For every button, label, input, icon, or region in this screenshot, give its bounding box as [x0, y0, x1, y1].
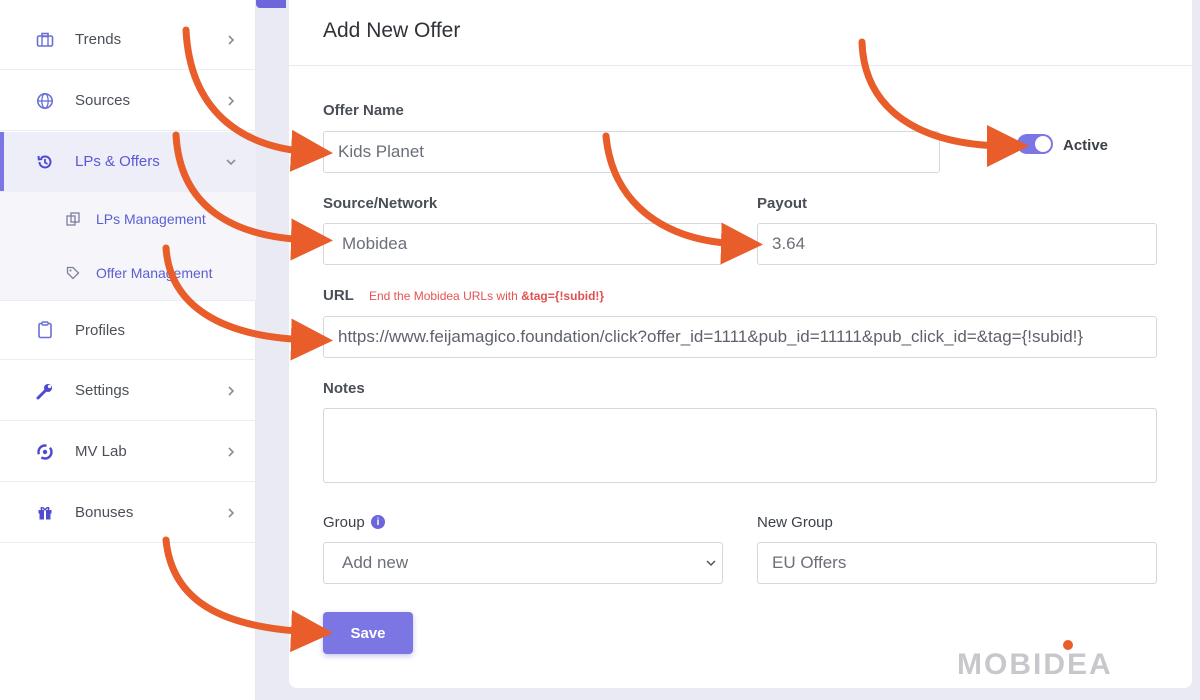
mobidea-logo: MOBIDEA — [957, 648, 1113, 681]
save-button[interactable]: Save — [323, 612, 413, 654]
sidebar-subitem-label: LPs Management — [96, 211, 206, 227]
offer-name-input[interactable]: Kids Planet — [323, 131, 940, 173]
chevron-right-icon — [226, 95, 236, 106]
active-label: Active — [1063, 137, 1109, 154]
briefcase-icon — [36, 31, 54, 49]
history-icon — [36, 153, 54, 171]
sidebar-item-label: Bonuses — [75, 504, 134, 521]
sidebar-item-label: Settings — [75, 382, 130, 399]
url-hint-text: End the Mobidea URLs with — [369, 289, 522, 303]
active-toggle[interactable] — [1017, 134, 1053, 154]
sidebar-item-label: MV Lab — [75, 443, 127, 460]
wrench-icon — [36, 382, 54, 400]
payout-input[interactable]: 3.64 — [757, 223, 1157, 265]
info-icon[interactable]: i — [371, 515, 385, 529]
source-network-select[interactable]: Mobidea — [323, 223, 723, 265]
source-network-value: Mobidea — [342, 234, 408, 253]
offer-name-label: Offer Name — [323, 102, 404, 119]
card-header: Add New Offer — [289, 0, 1192, 66]
header-accent-bar — [256, 0, 286, 8]
sidebar-item-settings[interactable]: Settings — [0, 361, 256, 421]
gift-icon — [36, 504, 54, 522]
sidebar-subitem-lps-management[interactable]: LPs Management — [0, 192, 256, 246]
toggle-knob — [1035, 136, 1051, 152]
chevron-right-icon — [226, 385, 236, 396]
group-select[interactable]: Add new — [323, 542, 723, 584]
sidebar-item-profiles[interactable]: Profiles — [0, 300, 256, 360]
lab-icon — [36, 443, 54, 461]
group-label: Group — [323, 514, 365, 531]
sidebar-item-lps-offers[interactable]: LPs & Offers — [0, 132, 256, 192]
sidebar-item-label: Trends — [75, 31, 122, 48]
sidebar-subitem-offer-management[interactable]: Offer Management — [0, 246, 256, 300]
new-group-label: New Group — [757, 514, 833, 531]
url-hint: End the Mobidea URLs with &tag={!subid!} — [369, 289, 604, 303]
clipboard-icon — [36, 321, 54, 339]
url-label: URL — [323, 287, 354, 304]
sidebar-item-label: Sources — [75, 92, 131, 109]
sidebar-item-sources[interactable]: Sources — [0, 71, 256, 131]
payout-label: Payout — [757, 195, 808, 212]
globe-icon — [36, 92, 54, 110]
notes-textarea[interactable] — [323, 408, 1157, 483]
chevron-right-icon — [226, 507, 236, 518]
sidebar-item-mv-lab[interactable]: MV Lab — [0, 422, 256, 482]
url-hint-code: &tag={!subid!} — [521, 289, 605, 303]
source-network-label: Source/Network — [323, 195, 438, 212]
url-input[interactable]: https://www.feijamagico.foundation/click… — [323, 316, 1157, 358]
chevron-down-icon — [226, 157, 236, 167]
sidebar-item-label: Profiles — [75, 321, 126, 339]
sidebar-item-label: LPs & Offers — [75, 153, 160, 170]
sidebar-item-bonuses[interactable]: Bonuses — [0, 483, 256, 543]
notes-label: Notes — [323, 380, 365, 397]
tag-icon — [66, 266, 80, 280]
sidebar-item-trends[interactable]: Trends — [0, 10, 256, 70]
add-offer-card: Add New Offer Offer Name Kids Planet Act… — [289, 0, 1192, 688]
sidebar-subitem-label: Offer Management — [96, 265, 213, 281]
chevron-right-icon — [226, 446, 236, 457]
copy-icon — [66, 212, 80, 226]
logo-dot — [1063, 640, 1073, 650]
chevron-down-icon — [706, 558, 716, 568]
new-group-input[interactable]: EU Offers — [757, 542, 1157, 584]
chevron-right-icon — [226, 34, 236, 45]
sidebar: Trends Sources LPs & Offers LPs Manageme… — [0, 0, 256, 700]
group-select-value: Add new — [342, 553, 409, 572]
page-title: Add New Offer — [323, 19, 461, 42]
